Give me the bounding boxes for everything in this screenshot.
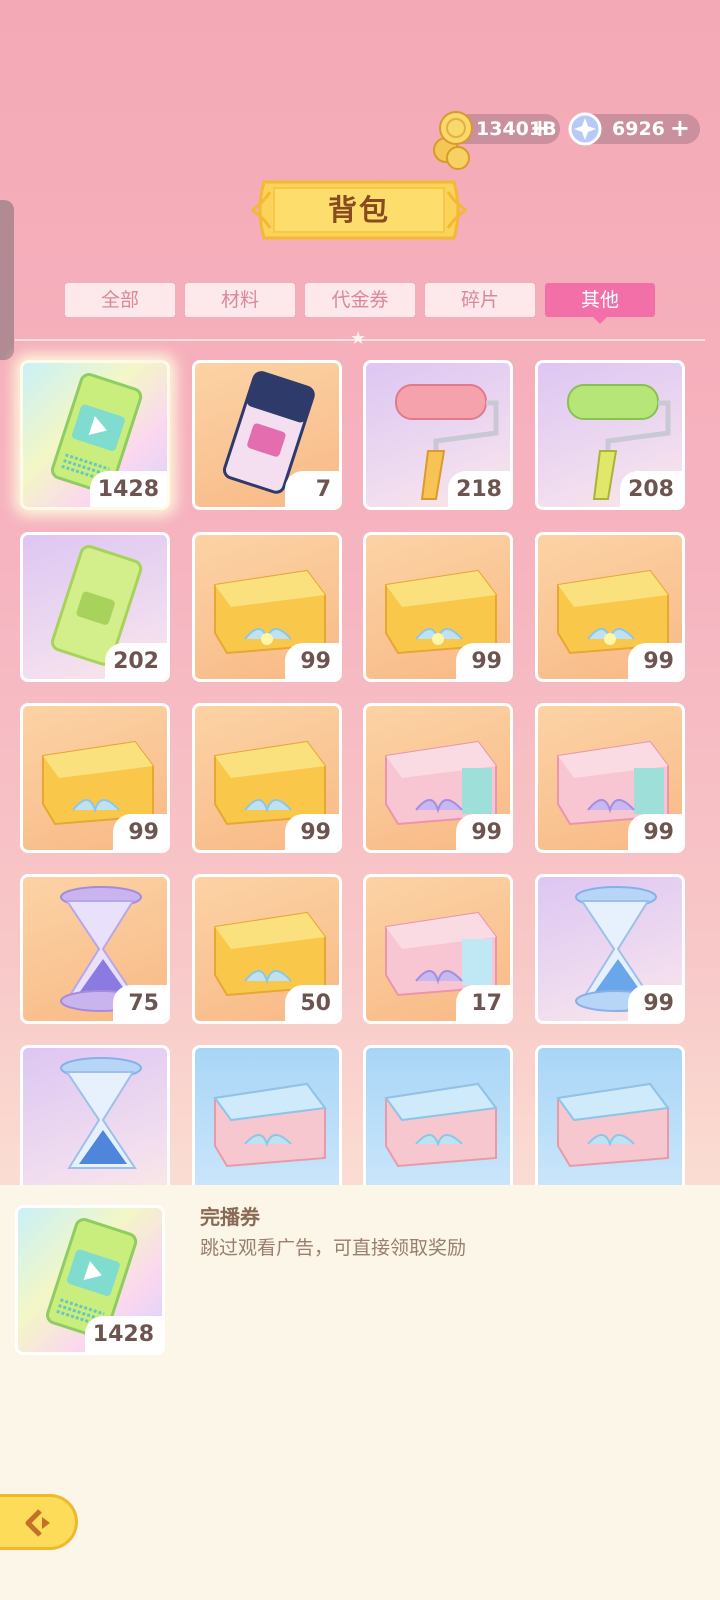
gift-box-icon [384, 1082, 498, 1168]
inventory-item[interactable]: 75 [20, 874, 170, 1024]
back-button[interactable] [0, 1494, 78, 1550]
item-count: 208 [620, 471, 682, 507]
back-arrow-icon [25, 1509, 50, 1537]
item-count: 17 [456, 985, 510, 1021]
item-count: 218 [448, 471, 510, 507]
item-count: 7 [285, 471, 339, 507]
inventory-item[interactable]: 7 [192, 360, 342, 510]
inventory-item[interactable]: 99 [535, 532, 685, 682]
detail-item-count: 1428 [84, 1316, 162, 1352]
inventory-item[interactable]: 50 [192, 874, 342, 1024]
item-count: 99 [628, 985, 682, 1021]
inventory-item[interactable]: 99 [535, 703, 685, 853]
item-count: 99 [285, 643, 339, 679]
inventory-item[interactable] [363, 1045, 513, 1185]
inventory-item[interactable]: 99 [363, 532, 513, 682]
gift-box-icon [213, 1082, 327, 1168]
inventory-grid: 1428 7 218 208 202 99 99 99 99 99 99 99 … [0, 0, 720, 1185]
inventory-item[interactable]: 208 [535, 360, 685, 510]
inventory-item[interactable]: 99 [20, 703, 170, 853]
item-detail-panel: 1428 完播券 跳过观看广告，可直接领取奖励 [0, 1185, 720, 1600]
inventory-item[interactable]: 99 [192, 703, 342, 853]
inventory-item[interactable] [535, 1045, 685, 1185]
inventory-item[interactable]: 99 [363, 703, 513, 853]
detail-item-description: 跳过观看广告，可直接领取奖励 [200, 1237, 467, 1259]
detail-item-thumbnail: 1428 [15, 1205, 165, 1355]
inventory-item[interactable]: 202 [20, 532, 170, 682]
inventory-item[interactable] [20, 1045, 170, 1185]
item-count: 99 [628, 643, 682, 679]
item-count: 99 [113, 814, 167, 850]
inventory-item[interactable]: 17 [363, 874, 513, 1024]
inventory-item[interactable]: 99 [535, 874, 685, 1024]
item-count: 202 [105, 643, 167, 679]
gift-box-icon [556, 1082, 670, 1168]
item-count: 99 [628, 814, 682, 850]
inventory-item[interactable]: 1428 [20, 360, 170, 510]
item-count: 99 [456, 814, 510, 850]
hourglass-icon [60, 1057, 142, 1169]
inventory-item[interactable]: 99 [192, 532, 342, 682]
inventory-item[interactable]: 218 [363, 360, 513, 510]
item-count: 99 [285, 814, 339, 850]
item-count: 1428 [89, 471, 167, 507]
detail-item-name: 完播券 [200, 1205, 260, 1229]
item-count: 50 [285, 985, 339, 1021]
item-count: 99 [456, 643, 510, 679]
inventory-item[interactable] [192, 1045, 342, 1185]
item-count: 75 [113, 985, 167, 1021]
